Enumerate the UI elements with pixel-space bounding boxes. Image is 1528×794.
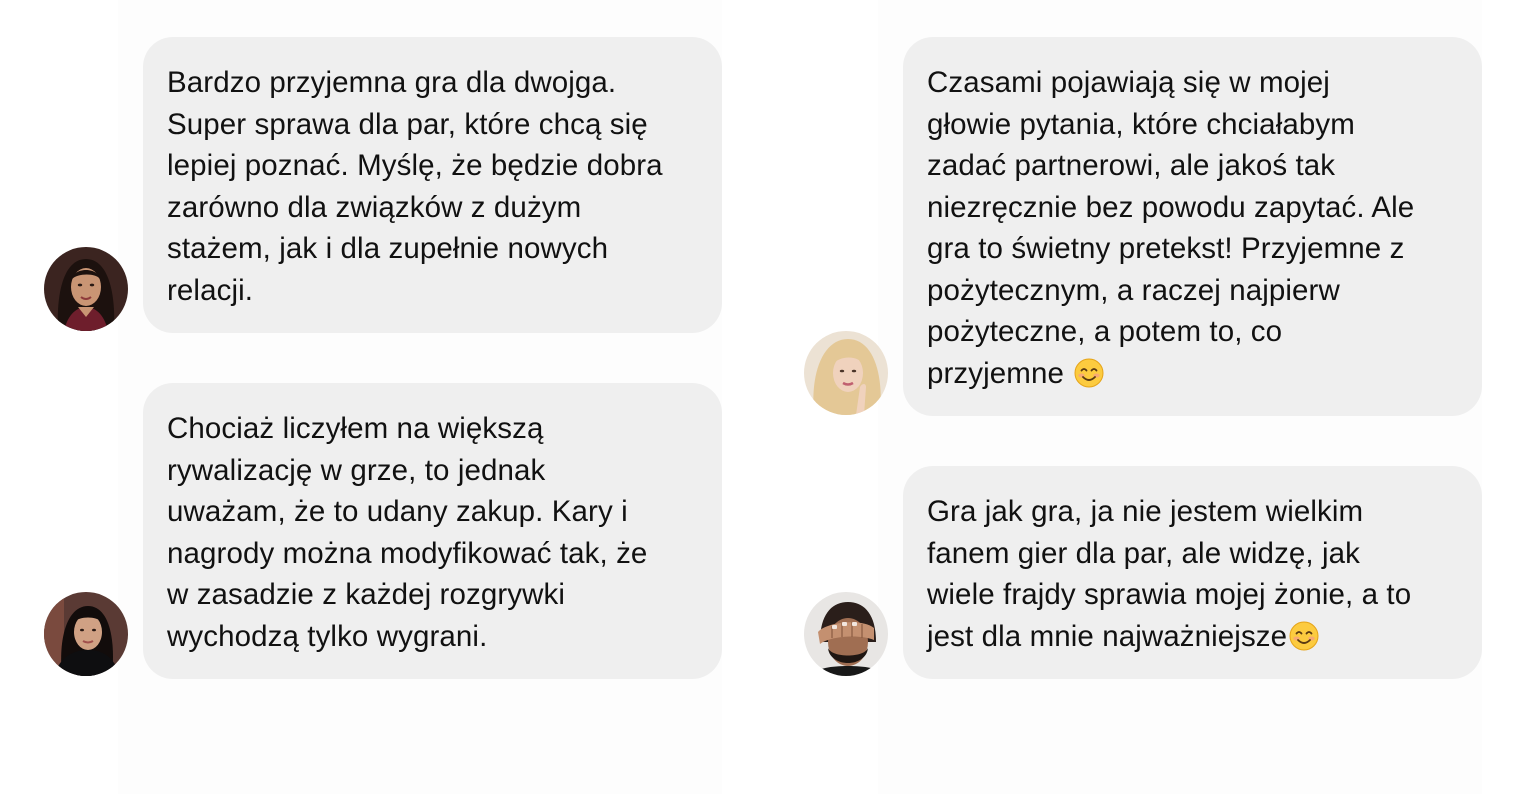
review-text: Czasami pojawiają się w mojej głowie pyt…	[927, 66, 1415, 390]
review-bubble: Czasami pojawiają się w mojej głowie pyt…	[903, 37, 1482, 416]
review-text: Bardzo przyjemna gra dla dwojga. Super s…	[167, 66, 663, 307]
user-avatar	[44, 247, 128, 331]
review-bubble: Chociaż liczyłem na większą rywalizację …	[143, 383, 722, 679]
woman-dark-hair-black-jacket-avatar	[44, 592, 128, 676]
user-avatar	[804, 592, 888, 676]
review-bubble: Gra jak gra, ja nie jestem wielkim fanem…	[903, 466, 1482, 679]
user-avatar	[44, 592, 128, 676]
review-text: Gra jak gra, ja nie jestem wielkim fanem…	[927, 495, 1412, 653]
review-bubble: Bardzo przyjemna gra dla dwojga. Super s…	[143, 37, 722, 333]
woman-blonde-hair-avatar	[804, 331, 888, 415]
smiling-face-emoji	[1289, 621, 1319, 651]
woman-dark-hair-avatar	[44, 247, 128, 331]
man-covering-face-avatar	[804, 592, 888, 676]
user-avatar	[804, 331, 888, 415]
review-text: Chociaż liczyłem na większą rywalizację …	[167, 412, 648, 653]
smiling-face-emoji	[1074, 358, 1104, 388]
